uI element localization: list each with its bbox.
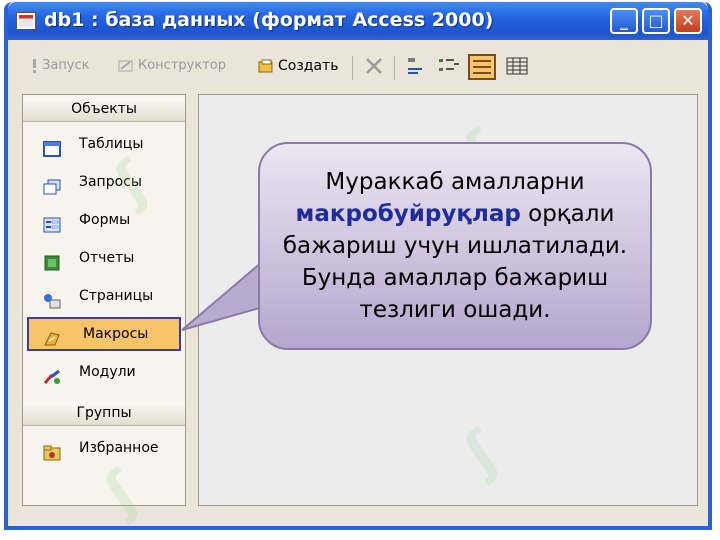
large-icons-icon bbox=[406, 56, 426, 76]
explanation-callout: Мураккаб амалларни макробуйруқлар орқали… bbox=[258, 142, 652, 350]
groups-section-header[interactable]: Группы bbox=[23, 401, 185, 426]
macro-icon bbox=[43, 326, 61, 346]
form-icon bbox=[43, 212, 61, 233]
callout-line-3: бажариш учун ишлатилади. bbox=[282, 233, 628, 259]
database-app-icon bbox=[16, 12, 36, 30]
maximize-button[interactable]: □ bbox=[642, 8, 670, 34]
list-view-button[interactable] bbox=[468, 54, 500, 80]
small-icons-button[interactable] bbox=[438, 56, 464, 76]
query-icon bbox=[43, 174, 61, 195]
run-icon bbox=[30, 58, 38, 73]
design-icon bbox=[118, 59, 134, 73]
page-icon bbox=[43, 288, 61, 309]
sidebar-item-modules[interactable]: Модули bbox=[27, 355, 181, 389]
large-icons-button[interactable] bbox=[406, 56, 430, 76]
list-view-icon bbox=[468, 54, 496, 80]
objects-sidebar: Объекты Таблицы Запросы Формы Отчеты Стр… bbox=[22, 94, 186, 506]
design-button[interactable]: Конструктор bbox=[118, 58, 226, 73]
callout-line-5: тезлиги ошади. bbox=[359, 297, 551, 323]
sidebar-item-favorites[interactable]: Избранное bbox=[27, 431, 181, 465]
callout-line-1: Мураккаб амалларни bbox=[325, 169, 585, 195]
objects-section-header[interactable]: Объекты bbox=[23, 97, 185, 122]
delete-icon bbox=[364, 56, 384, 76]
close-button[interactable]: ✕ bbox=[674, 8, 702, 34]
sidebar-item-reports[interactable]: Отчеты bbox=[27, 241, 181, 275]
sidebar-item-forms[interactable]: Формы bbox=[27, 203, 181, 237]
details-view-button[interactable] bbox=[506, 56, 532, 76]
toolbar: Запуск Конструктор Создать bbox=[14, 48, 702, 86]
callout-highlight-term: макробуйруқлар bbox=[295, 201, 521, 227]
callout-line-4: Бунда амаллар бажариш bbox=[301, 265, 609, 291]
module-icon bbox=[43, 364, 61, 384]
favorites-folder-icon bbox=[43, 440, 61, 461]
report-icon bbox=[43, 250, 61, 271]
delete-button[interactable] bbox=[364, 56, 388, 76]
sidebar-item-tables[interactable]: Таблицы bbox=[27, 127, 181, 161]
sidebar-item-pages[interactable]: Страницы bbox=[27, 279, 181, 313]
table-icon bbox=[43, 136, 61, 157]
callout-line-2-rest: орқали bbox=[520, 201, 615, 227]
small-icons-icon bbox=[438, 56, 460, 76]
sidebar-item-queries[interactable]: Запросы bbox=[27, 165, 181, 199]
run-button[interactable]: Запуск bbox=[30, 58, 90, 73]
minimize-button[interactable]: _ bbox=[610, 8, 638, 34]
toolbar-separator bbox=[394, 56, 395, 80]
title-bar[interactable]: db1 : база данных (формат Access 2000) _… bbox=[8, 2, 708, 40]
create-icon bbox=[258, 59, 274, 73]
create-button[interactable]: Создать bbox=[258, 58, 338, 74]
details-view-icon bbox=[506, 56, 528, 76]
callout-line-2: макробуйруқлар орқали bbox=[260, 198, 650, 230]
toolbar-separator bbox=[352, 56, 353, 80]
sidebar-item-macros[interactable]: Макросы bbox=[27, 317, 181, 351]
window-title: db1 : база данных (формат Access 2000) bbox=[44, 9, 494, 31]
